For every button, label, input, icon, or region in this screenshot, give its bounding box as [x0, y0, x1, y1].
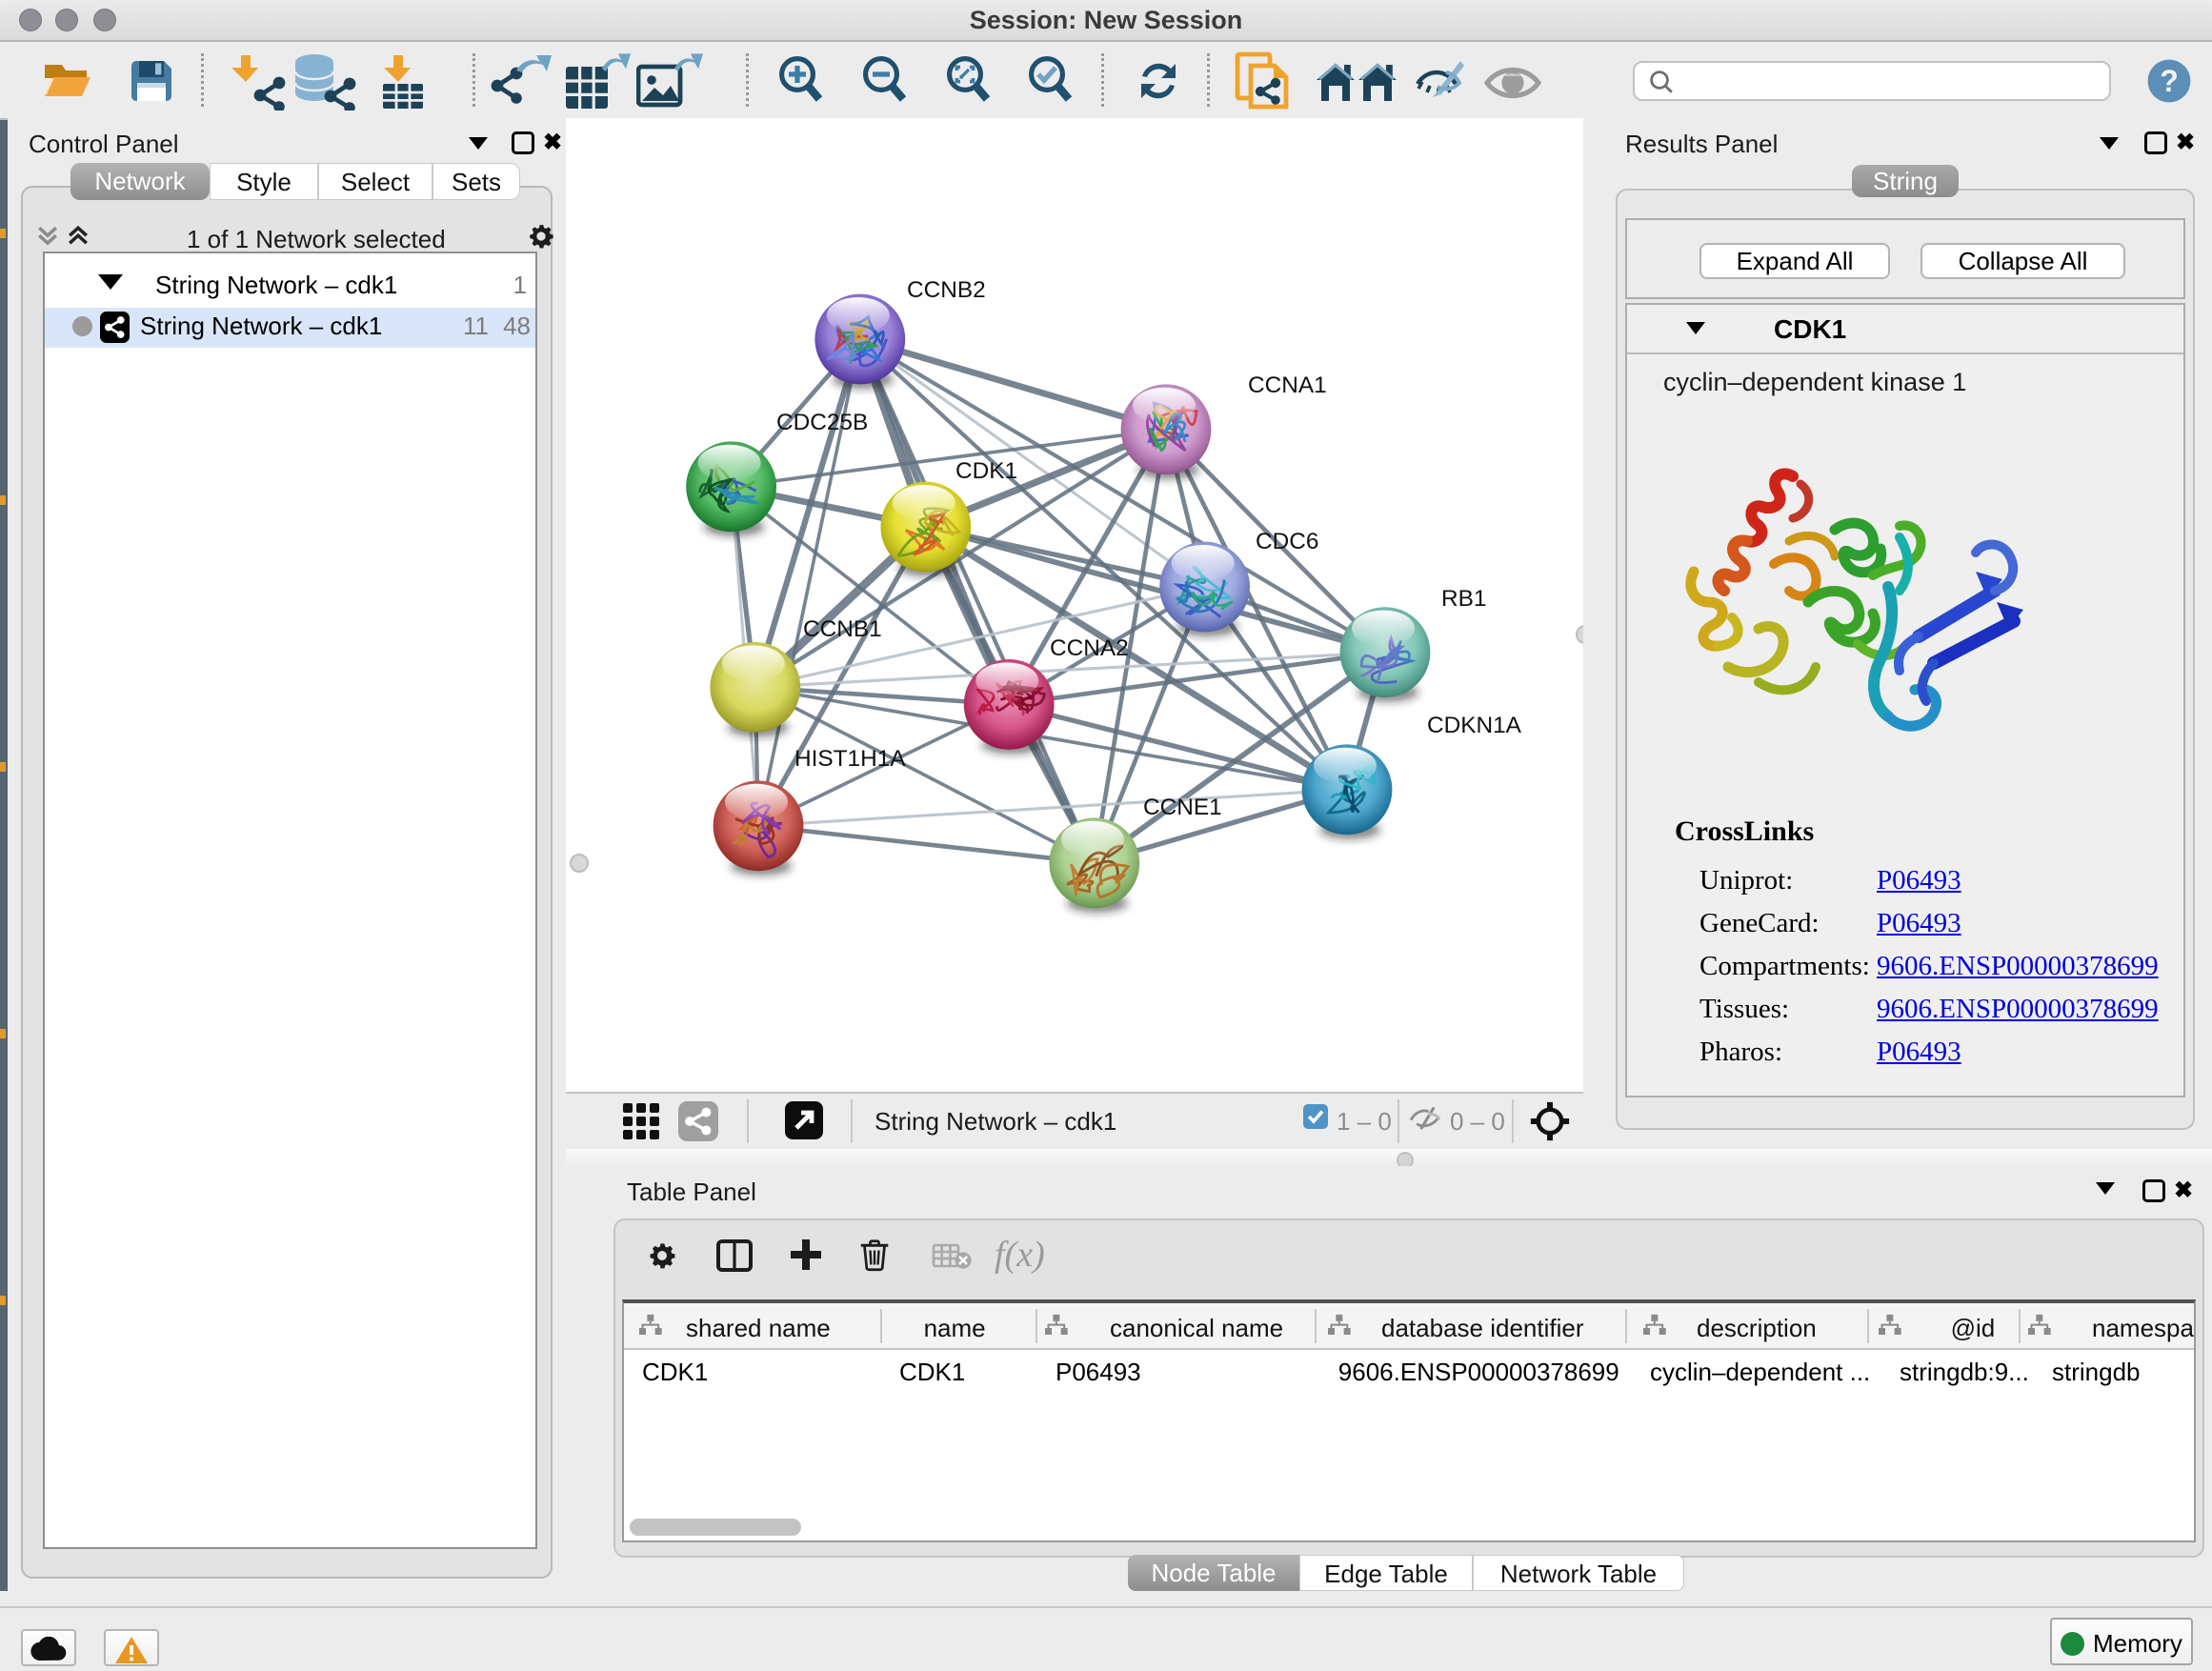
- svg-text:RB1: RB1: [1441, 586, 1486, 612]
- svg-text:?: ?: [2160, 64, 2179, 98]
- svg-text:CCNE1: CCNE1: [1143, 795, 1222, 820]
- svg-text:CCNB2: CCNB2: [907, 277, 986, 303]
- svg-text:CCNA1: CCNA1: [1248, 372, 1327, 398]
- svg-text:CCNB1: CCNB1: [803, 616, 882, 642]
- svg-text:CDKN1A: CDKN1A: [1427, 713, 1522, 738]
- svg-text:HIST1H1A: HIST1H1A: [794, 746, 906, 772]
- svg-text:CDC6: CDC6: [1256, 529, 1318, 554]
- svg-text:CDK1: CDK1: [955, 458, 1017, 484]
- svg-text:CDC25B: CDC25B: [776, 410, 868, 435]
- svg-text:CCNA2: CCNA2: [1050, 635, 1129, 661]
